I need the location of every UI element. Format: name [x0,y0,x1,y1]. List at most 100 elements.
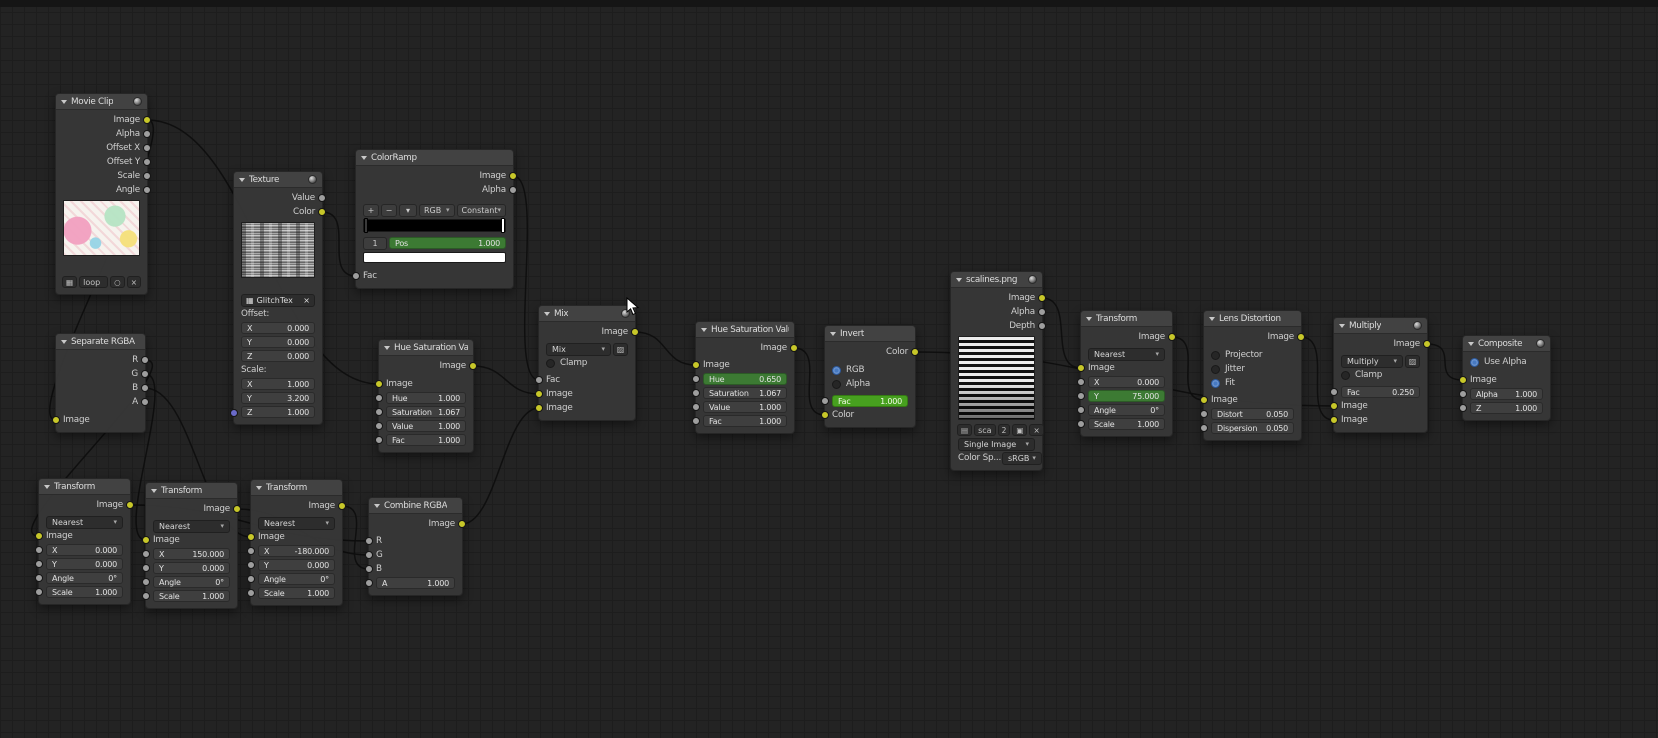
number-slider-x[interactable]: X 0.000 [46,544,123,556]
node-header[interactable]: Movie Clip [56,94,147,110]
number-slider-hue[interactable]: Hue 0.650 [703,373,787,385]
number-slider-x[interactable]: X 1.000 [241,378,315,390]
node-hsv-2[interactable]: Hue Saturation Value Image Image Hue 0.650 Sa… [692,321,798,434]
number-slider-y[interactable]: Y 75.000 [1088,390,1165,402]
socket-out-image[interactable] [233,505,241,513]
socket-in-g[interactable] [365,551,373,559]
socket-out-b[interactable] [141,384,149,392]
socket-in-image[interactable] [1330,402,1338,410]
socket-out-image[interactable] [790,344,798,352]
socket-in-angle[interactable] [1077,406,1085,414]
node-transform-4[interactable]: Transform Image Nearest ▾ Image X 0.000 Y 75.000… [1077,310,1176,437]
x-icon[interactable]: × [303,296,310,305]
socket-out-image[interactable] [1038,294,1046,302]
number-slider-x[interactable]: X 150.000 [153,548,230,560]
number-slider-value[interactable]: Value 1.000 [703,401,787,413]
socket-in-y[interactable] [247,561,255,569]
number-slider-scale[interactable]: Scale 1.000 [153,590,230,602]
socket-in-y[interactable] [142,564,150,572]
collapse-arrow-icon[interactable] [384,345,390,350]
node-separate-rgba[interactable]: Separate RGBA R G B A Image [52,333,149,433]
number-slider-fac[interactable]: Fac 1.000 [386,434,466,446]
socket-in-y[interactable] [1077,392,1085,400]
checkbox-clamp[interactable] [1341,370,1350,380]
socket-out-color[interactable] [911,348,919,356]
node-header[interactable]: ColorRamp [356,150,513,166]
node-transform-3[interactable]: Transform Image Nearest ▾ Image X -180.000 Y 0.0… [247,479,346,606]
socket-out-image[interactable] [458,520,466,528]
number-slider-scale[interactable]: Scale 1.000 [46,586,123,598]
node-header[interactable]: Invert [825,326,915,342]
node-multiply[interactable]: Multiply Image Multiply ▾ ▨ Clamp Fac 0.250 Imag… [1330,317,1431,433]
alpha-toggle-icon[interactable]: ▨ [1405,354,1420,368]
socket-in-image[interactable] [142,536,150,544]
colorband[interactable] [363,218,506,233]
number-slider-x[interactable]: X 0.000 [241,322,315,334]
dropdown-multiply[interactable]: Multiply ▾ [1341,354,1403,368]
datablock-name[interactable]: loop [79,276,109,288]
socket-in-image[interactable] [35,532,43,540]
collapse-arrow-icon[interactable] [956,277,962,282]
node-header[interactable]: Multiply [1334,318,1427,334]
socket-out-scale[interactable] [143,172,151,180]
collapse-arrow-icon[interactable] [61,339,67,344]
socket-in-dispersion[interactable] [1200,424,1208,432]
datablock-name[interactable]: sca [974,424,996,436]
socket-in-b[interactable] [365,565,373,573]
socket-in-image[interactable] [692,361,700,369]
user-icon[interactable]: ○ [110,276,125,288]
socket-in-image[interactable] [1200,396,1208,404]
socket-out-image[interactable] [126,501,134,509]
socket-in-fac[interactable] [375,436,383,444]
socket-in-angle[interactable] [35,574,43,582]
number-slider-alpha[interactable]: Alpha 1.000 [1470,388,1543,400]
collapse-arrow-icon[interactable] [1339,323,1345,328]
colorband-menu-button[interactable]: ▾ [399,203,417,217]
socket-in-saturation[interactable] [692,389,700,397]
node-header[interactable]: Texture [234,172,322,188]
socket-in-image[interactable] [1330,416,1338,424]
socket-in-y[interactable] [35,560,43,568]
socket-in-x[interactable] [1077,378,1085,386]
socket-out-depth[interactable] [1038,322,1046,330]
socket-out-alpha[interactable] [509,186,517,194]
collapse-arrow-icon[interactable] [1209,316,1215,321]
socket-in-saturation[interactable] [375,408,383,416]
image-icon[interactable]: ▤ [957,424,973,436]
number-slider-distort[interactable]: Distort 0.050 [1211,408,1294,420]
x-icon[interactable]: × [126,276,141,288]
number-slider-saturation[interactable]: Saturation 1.067 [703,387,787,399]
socket-out-value[interactable] [318,194,326,202]
number-slider-scale[interactable]: Scale 1.000 [258,587,335,599]
socket-out-g[interactable] [141,370,149,378]
colorband-stop[interactable] [364,218,368,233]
socket-in-image[interactable] [1459,376,1467,384]
number-slider-y[interactable]: Y 0.000 [46,558,123,570]
checkbox-rgb[interactable] [832,365,841,375]
number-slider-fac[interactable]: Fac 0.250 [1341,386,1420,398]
number-slider-pos[interactable]: Pos 1.000 [389,237,506,249]
node-combine-rgba[interactable]: Combine RGBA Image R G B A 1.000 [365,497,466,596]
dropdown-mix[interactable]: Mix ▾ [546,342,611,356]
socket-in-image[interactable] [247,533,255,541]
number-slider-angle[interactable]: Angle 0° [46,572,123,584]
socket-in-hue[interactable] [375,394,383,402]
number-slider-x[interactable]: X -180.000 [258,545,335,557]
node-header[interactable]: Composite [1463,336,1550,352]
node-composite[interactable]: Composite Use Alpha Image Alpha 1.000 Z 1.000 [1459,335,1551,421]
interpolation-dropdown[interactable]: Constant ▾ [456,203,506,217]
number-slider-y[interactable]: Y 0.000 [153,562,230,574]
checkbox-fit[interactable] [1211,378,1220,388]
socket-in-a[interactable] [365,579,373,587]
number-slider-z[interactable]: Z 1.000 [1470,402,1543,414]
node-transform-1[interactable]: Transform Image Nearest ▾ Image X 0.000 Y 0.000 A… [35,478,134,605]
node-header[interactable]: Transform [1081,311,1172,327]
node-header[interactable]: Lens Distortion [1204,311,1301,327]
number-slider-scale[interactable]: Scale 1.000 [1088,418,1165,430]
socket-out-image[interactable] [1297,333,1305,341]
collapse-arrow-icon[interactable] [1086,316,1092,321]
texture-selector[interactable]: ▦ GlitchTex × [241,293,315,307]
number-slider-a[interactable]: A 1.000 [376,577,455,589]
x-icon[interactable]: × [1029,424,1044,436]
socket-in-angle[interactable] [247,575,255,583]
